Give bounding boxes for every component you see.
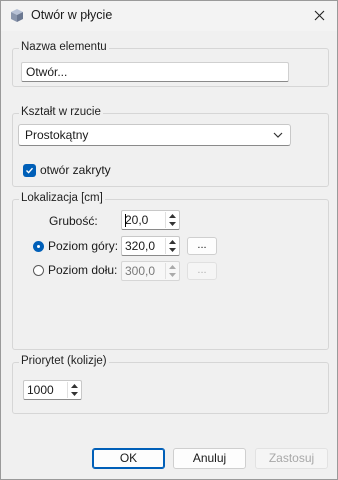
top-level-label: Poziom góry:: [48, 239, 119, 253]
title-bar: Otwór w płycie: [1, 1, 337, 31]
top-level-value: 320,0: [125, 239, 156, 253]
thickness-stepper[interactable]: 20,0: [121, 210, 180, 230]
element-name-input[interactable]: Otwór...: [21, 62, 289, 82]
close-button[interactable]: [307, 4, 331, 26]
shape-group-legend: Kształt w rzucie: [19, 106, 103, 118]
top-level-radio[interactable]: [33, 241, 44, 252]
close-icon: [314, 10, 324, 20]
spin-down-icon[interactable]: [166, 220, 178, 228]
apply-button[interactable]: Zastosuj: [255, 448, 328, 469]
thickness-spin-arrows[interactable]: [165, 212, 178, 228]
top-level-stepper[interactable]: 320,0: [121, 236, 180, 256]
priority-value: 1000: [27, 383, 54, 397]
priority-group-legend: Priorytet (kolizje): [19, 355, 109, 367]
covered-opening-checkbox[interactable]: [23, 164, 36, 177]
spin-up-icon[interactable]: [68, 382, 80, 390]
top-level-spin-arrows[interactable]: [165, 238, 178, 254]
shape-dropdown-value: Prostokątny: [25, 128, 89, 142]
chevron-down-icon: [273, 132, 283, 138]
checkmark-icon: [26, 167, 34, 174]
app-icon: [11, 9, 23, 22]
spin-up-icon[interactable]: [166, 238, 178, 246]
shape-dropdown[interactable]: Prostokątny: [18, 124, 291, 146]
bottom-level-label: Poziom dołu:: [48, 263, 118, 277]
thickness-label: Grubość:: [49, 214, 98, 228]
text-caret: [125, 214, 126, 227]
ok-button[interactable]: OK: [92, 448, 165, 469]
top-level-browse-button[interactable]: ...: [187, 237, 217, 255]
spin-up-icon[interactable]: [166, 212, 178, 220]
bottom-level-stepper[interactable]: 300,0: [121, 261, 180, 281]
spin-down-icon[interactable]: [166, 246, 178, 254]
priority-spin-arrows[interactable]: [67, 382, 80, 398]
bottom-level-radio[interactable]: [33, 265, 44, 276]
covered-opening-label: otwór zakryty: [40, 163, 111, 177]
spin-down-icon[interactable]: [166, 271, 178, 279]
spin-down-icon[interactable]: [68, 390, 80, 398]
priority-stepper[interactable]: 1000: [23, 380, 82, 400]
bottom-level-value: 300,0: [125, 264, 156, 278]
cancel-button[interactable]: Anuluj: [173, 448, 246, 469]
name-group-legend: Nazwa elementu: [19, 41, 109, 53]
bottom-level-browse-button[interactable]: ...: [187, 262, 217, 280]
thickness-value: 20,0: [125, 213, 149, 227]
location-group-legend: Lokalizacja [cm]: [19, 192, 105, 204]
dialog-window: Otwór w płycie Nazwa elementu Otwór... K…: [0, 0, 338, 480]
bottom-level-spin-arrows[interactable]: [165, 263, 178, 279]
spin-up-icon[interactable]: [166, 263, 178, 271]
window-title: Otwór w płycie: [31, 8, 113, 22]
